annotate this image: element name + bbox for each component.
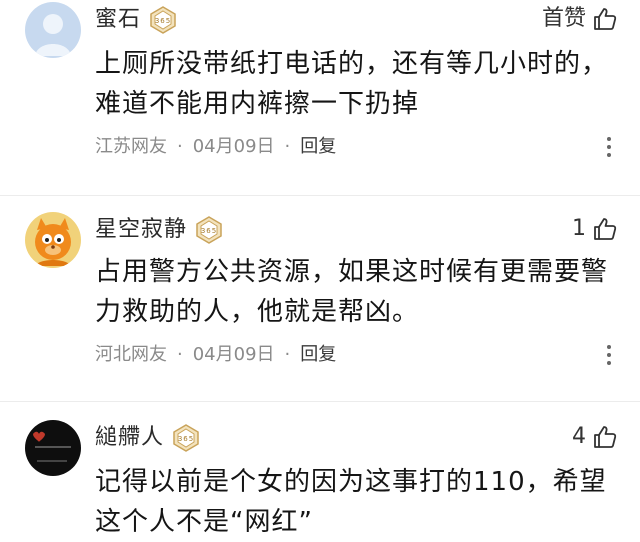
comment-meta: 河北网友 · 04月09日 · 回复 [95, 344, 336, 366]
comment-meta: 江苏网友 · 04月09日 · 回复 [95, 136, 336, 158]
default-person-avatar-icon [25, 2, 81, 58]
avatar[interactable] [25, 420, 81, 476]
like-button[interactable]: 1 [572, 216, 618, 242]
cartoon-cat-avatar-icon [25, 212, 81, 268]
more-options-icon[interactable] [606, 345, 612, 365]
region-label: 江苏网友 [95, 136, 167, 157]
dark-photo-avatar-icon [25, 420, 81, 476]
comment-text: 占用警方公共资源，如果这时候有更需要警力救助的人，他就是帮凶。 [95, 257, 609, 327]
username-row: 蜜石 365 [95, 6, 177, 34]
reply-button[interactable]: 回复 [300, 344, 336, 366]
username[interactable]: 蜜石 [95, 7, 141, 33]
thumbs-up-icon [594, 8, 617, 30]
username-row: 縋艜人 365 [95, 424, 200, 452]
like-label: 首赞 [541, 6, 586, 31]
level-badge-icon: 365 [172, 424, 200, 452]
like-button[interactable]: 4 [572, 424, 618, 450]
separator: · [284, 136, 291, 157]
more-options-icon[interactable] [606, 137, 612, 157]
separator: · [177, 136, 183, 157]
comment-item: 星空寂静 365 1 占用警方公共资源，如果这时候有更需要警力救助的人，他就是帮… [0, 195, 640, 401]
svg-text:365: 365 [155, 17, 171, 25]
level-badge-icon: 365 [149, 6, 177, 34]
comment-item: 縋艜人 365 4 记得以前是个女的因为这事打的110，希望这个人不是“网红” [0, 401, 640, 537]
comment-item: 蜜石 365 首赞 上厕所没带纸打电话的，还有等几小时的，难道不能用内裤擦一下扔… [0, 0, 640, 195]
svg-text:365: 365 [178, 435, 194, 443]
like-count: 4 [572, 424, 586, 449]
username[interactable]: 縋艜人 [95, 425, 164, 451]
separator: · [177, 344, 183, 365]
comment-text: 记得以前是个女的因为这事打的110，希望这个人不是“网红” [95, 467, 607, 537]
date-label: 04月09日 [192, 136, 275, 157]
like-button[interactable]: 首赞 [542, 6, 618, 32]
thumbs-up-icon [594, 426, 617, 448]
avatar[interactable] [25, 2, 81, 58]
reply-button[interactable]: 回复 [300, 136, 336, 158]
level-badge-icon: 365 [195, 216, 223, 244]
username[interactable]: 星空寂静 [95, 217, 187, 243]
svg-text:365: 365 [201, 227, 217, 235]
username-row: 星空寂静 365 [95, 216, 223, 244]
region-label: 河北网友 [95, 344, 167, 365]
date-label: 04月09日 [192, 344, 275, 365]
like-count: 1 [572, 216, 586, 241]
avatar[interactable] [25, 212, 81, 268]
comment-text: 上厕所没带纸打电话的，还有等几小时的，难道不能用内裤擦一下扔掉 [95, 49, 609, 119]
thumbs-up-icon [594, 218, 617, 240]
separator: · [284, 344, 291, 365]
